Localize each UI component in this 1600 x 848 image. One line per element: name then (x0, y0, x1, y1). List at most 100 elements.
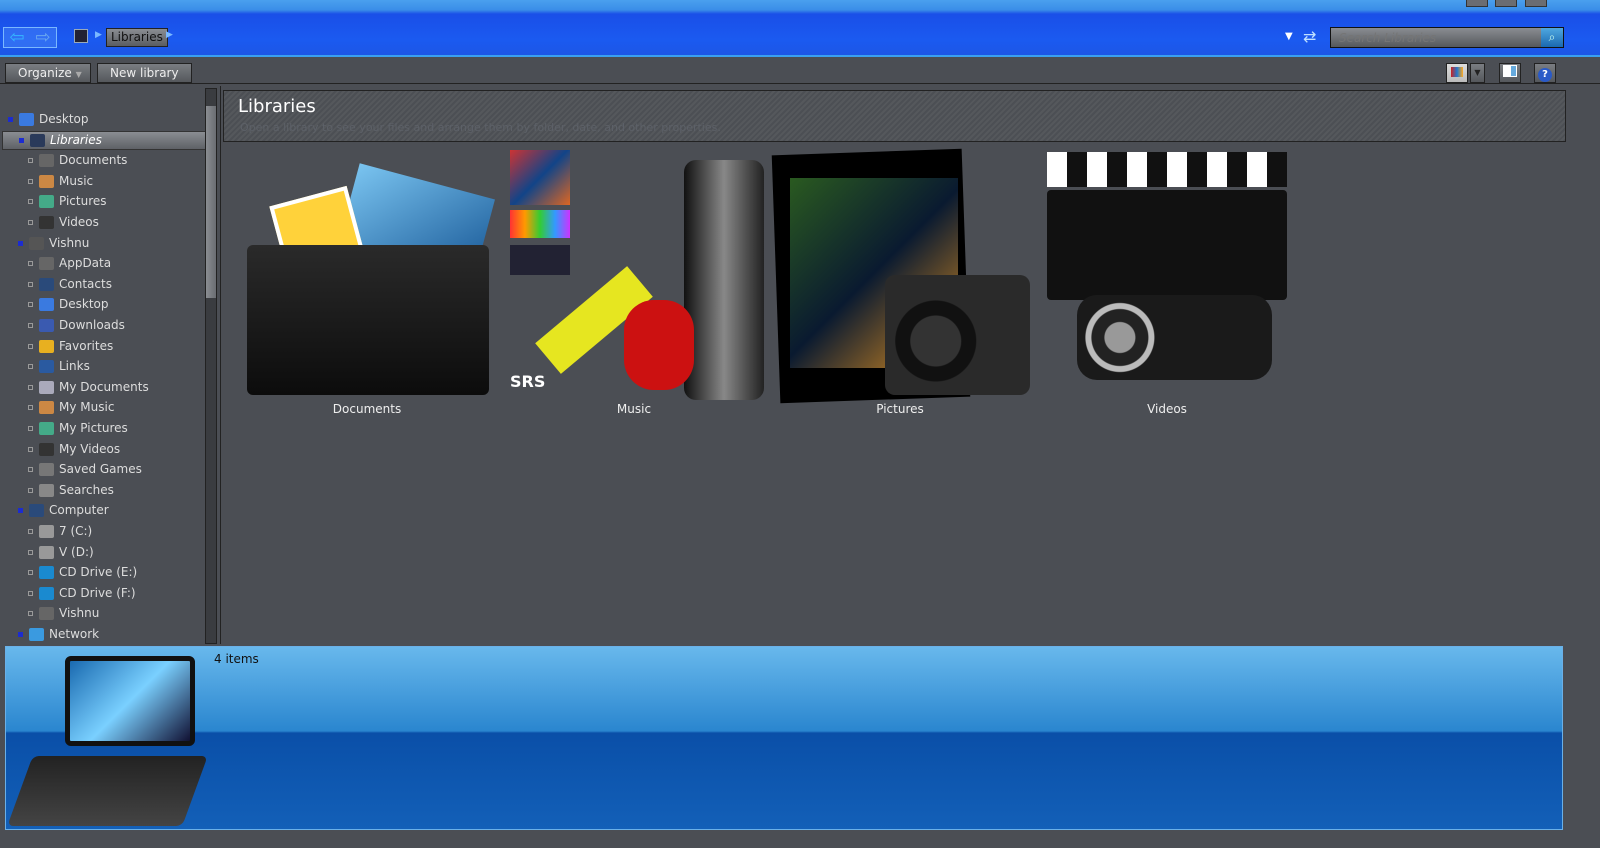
pictures-library-icon (771, 148, 1030, 404)
sidebar-item[interactable]: Favorites (0, 337, 113, 356)
collapse-bullet-icon[interactable] (28, 302, 33, 308)
change-view-icon[interactable] (1446, 63, 1468, 83)
collapse-bullet-icon[interactable] (28, 487, 33, 493)
sidebar-item[interactable]: Pictures (0, 192, 107, 211)
collapse-bullet-icon[interactable] (28, 343, 33, 349)
sidebar-item-label: Music (59, 173, 94, 188)
collapse-bullet-icon[interactable] (28, 446, 33, 452)
scrollbar-thumb[interactable] (206, 106, 216, 298)
collapse-bullet-icon[interactable] (28, 261, 33, 267)
collapse-bullet-icon[interactable] (28, 323, 33, 328)
minimize-button[interactable] (1466, 0, 1488, 7)
dropdown-arrow-icon[interactable]: ▼ (1285, 31, 1293, 42)
collapse-bullet-icon[interactable] (28, 590, 33, 596)
videos-library-icon (1047, 150, 1287, 400)
expand-bullet-icon[interactable] (19, 137, 24, 143)
music-icon (39, 174, 54, 188)
expand-bullet-icon[interactable] (18, 508, 23, 514)
sidebar-item[interactable]: My Music (0, 398, 114, 417)
collapse-bullet-icon[interactable] (28, 570, 33, 576)
desktop-icon (39, 298, 54, 312)
sidebar-item[interactable]: CD Drive (F:) (0, 584, 136, 603)
collapse-bullet-icon[interactable] (28, 611, 33, 617)
videos-icon (39, 442, 54, 456)
sidebar-item[interactable]: Vishnu (0, 234, 89, 253)
sidebar-item-label: My Documents (59, 379, 149, 394)
expand-bullet-icon[interactable] (18, 632, 23, 637)
expand-bullet-icon[interactable] (8, 117, 13, 122)
collapse-bullet-icon[interactable] (28, 405, 33, 411)
sidebar-item[interactable]: Network (0, 625, 99, 644)
chevron-right-icon[interactable]: ▶ (95, 30, 102, 40)
forward-arrow-icon[interactable]: ⇨ (35, 27, 50, 48)
sidebar-item[interactable]: My Documents (0, 378, 149, 397)
sidebar-item[interactable]: Links (0, 357, 90, 376)
search-icon (39, 483, 54, 497)
drive-icon (39, 525, 54, 538)
library-music[interactable]: SRS Music (504, 150, 764, 420)
sidebar-item[interactable]: CD Drive (E:) (0, 563, 137, 582)
search-input[interactable] (1331, 28, 1541, 47)
sidebar-item-label: My Music (59, 400, 115, 415)
sidebar-item[interactable]: Contacts (0, 275, 112, 294)
collapse-bullet-icon[interactable] (28, 467, 33, 473)
collapse-bullet-icon[interactable] (28, 384, 33, 390)
sidebar-item[interactable]: My Videos (0, 440, 120, 459)
chevron-right-icon[interactable]: ▶ (166, 30, 173, 40)
collapse-bullet-icon[interactable] (28, 199, 33, 205)
collapse-bullet-icon[interactable] (28, 281, 33, 287)
computer-icon (29, 504, 44, 518)
pictures-icon (39, 422, 54, 435)
sidebar-item[interactable]: 7 (C:) (0, 522, 92, 541)
contacts-icon (39, 277, 54, 291)
library-pictures[interactable]: Pictures (770, 148, 1030, 420)
sidebar-item[interactable]: Downloads (0, 316, 125, 335)
refresh-icon[interactable]: ⇄ (1303, 27, 1316, 46)
preview-pane-icon[interactable] (1499, 63, 1521, 83)
sidebar-item[interactable]: Desktop (0, 295, 109, 314)
collapse-bullet-icon[interactable] (28, 426, 33, 431)
library-documents[interactable]: Documents (237, 150, 497, 420)
help-icon[interactable]: ? (1534, 63, 1556, 83)
collapse-bullet-icon[interactable] (28, 178, 33, 184)
new-library-button[interactable]: New library (97, 63, 192, 83)
sidebar-item[interactable]: Videos (0, 213, 99, 232)
sidebar-item-label: Documents (59, 153, 128, 168)
collapse-bullet-icon[interactable] (28, 549, 33, 555)
sidebar-item[interactable]: Libraries (2, 130, 206, 150)
library-videos[interactable]: Videos (1037, 150, 1297, 420)
computer-icon[interactable] (74, 29, 88, 43)
sidebar-item-label: Videos (59, 215, 99, 229)
sidebar-item[interactable]: Computer (0, 501, 109, 520)
sidebar-item[interactable]: AppData (0, 254, 111, 273)
folder-icon (39, 257, 54, 271)
close-button[interactable] (1525, 0, 1547, 7)
sidebar-item-label: V (D:) (59, 544, 94, 559)
expand-bullet-icon[interactable] (18, 240, 23, 246)
view-dropdown-icon[interactable]: ▼ (1470, 63, 1485, 83)
sidebar-item[interactable]: Desktop (0, 110, 89, 129)
library-label: Music (616, 402, 652, 416)
desktop-icon (19, 113, 34, 126)
sidebar-item[interactable]: Saved Games (0, 460, 142, 479)
cd-icon (39, 586, 54, 600)
drive-icon (39, 545, 54, 559)
organize-button[interactable]: Organize ▼ (5, 63, 91, 83)
search-icon[interactable]: ⌕ (1541, 28, 1563, 47)
library-label: Documents (332, 402, 402, 416)
sidebar-item[interactable]: Searches (0, 481, 114, 500)
collapse-bullet-icon[interactable] (28, 158, 33, 164)
sidebar-item[interactable]: V (D:) (0, 543, 94, 562)
collapse-bullet-icon[interactable] (28, 220, 33, 225)
sidebar-item[interactable]: Music (0, 172, 93, 191)
collapse-bullet-icon[interactable] (28, 529, 33, 534)
sidebar-item[interactable]: My Pictures (0, 419, 128, 438)
back-arrow-icon[interactable]: ⇦ (9, 27, 24, 48)
breadcrumb-libraries[interactable]: Libraries (106, 28, 168, 47)
sidebar-item[interactable]: Vishnu (0, 604, 99, 623)
maximize-button[interactable] (1495, 0, 1517, 7)
documents-library-icon (247, 150, 495, 400)
sidebar-item[interactable]: Documents (0, 151, 127, 170)
collapse-bullet-icon[interactable] (28, 364, 33, 370)
cd-icon (39, 566, 54, 580)
